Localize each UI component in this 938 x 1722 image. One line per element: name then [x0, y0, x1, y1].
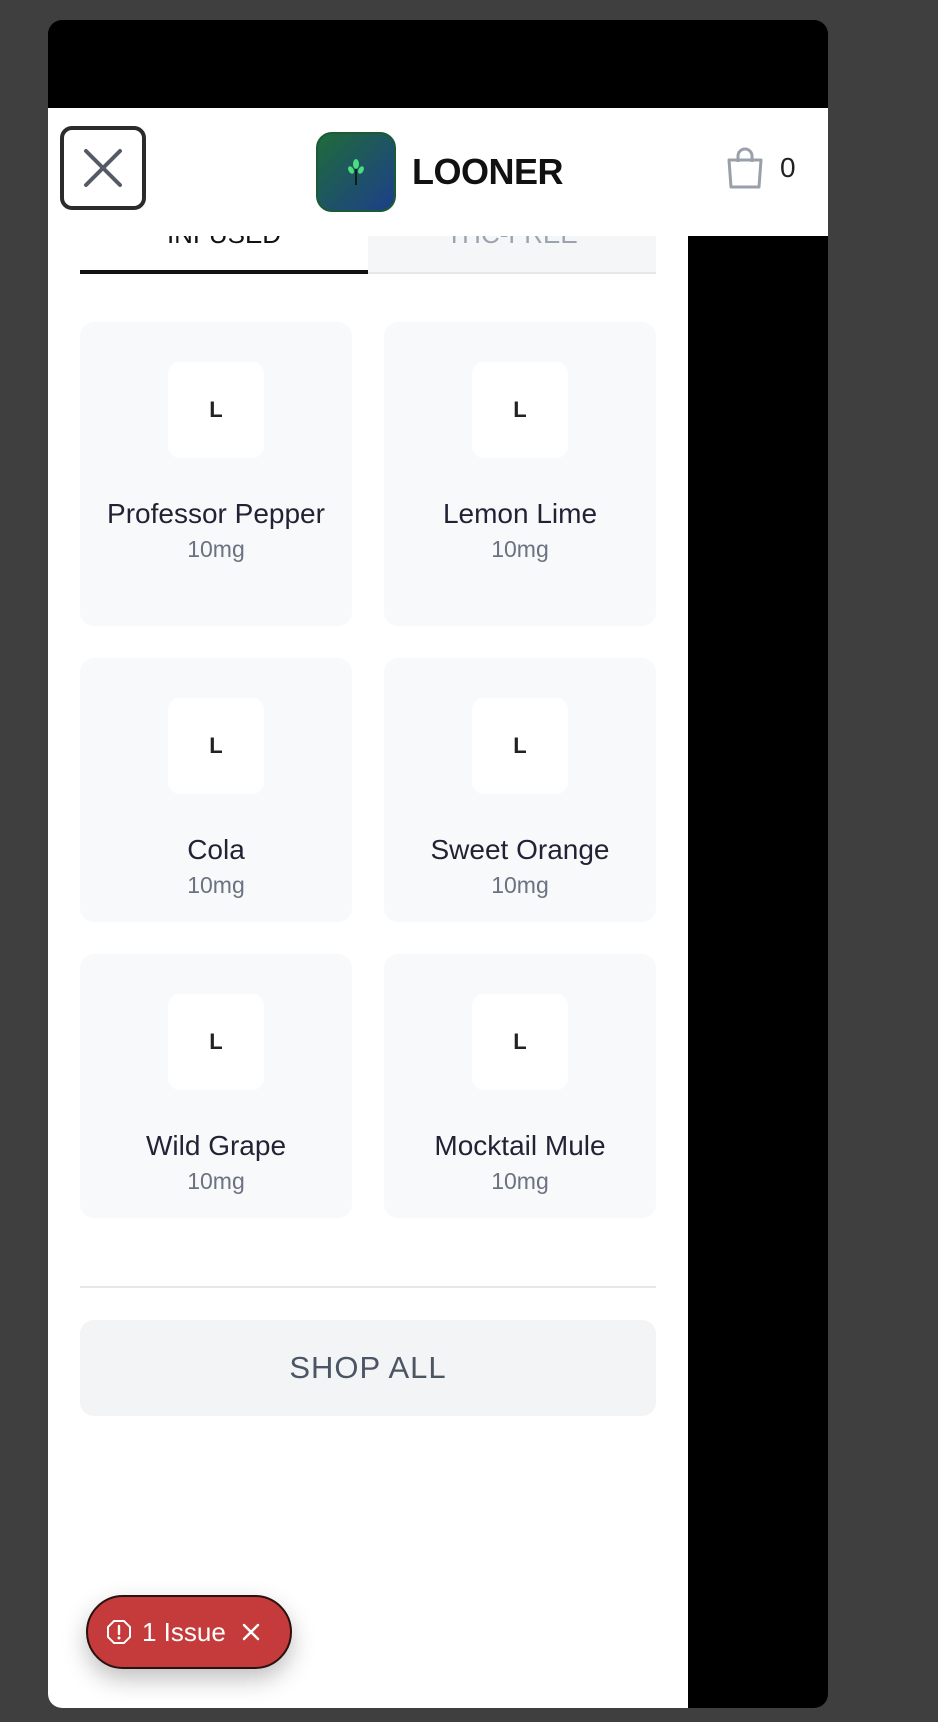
dismiss-icon[interactable] — [240, 1621, 262, 1643]
alert-icon — [107, 1620, 131, 1644]
product-dose: 10mg — [187, 536, 245, 562]
tab-infused[interactable]: INFUSED — [80, 236, 368, 274]
brand-name: LOONER — [412, 151, 564, 192]
product-thumbnail: L — [472, 362, 568, 458]
cart-button[interactable]: 0 — [724, 146, 796, 190]
product-dose: 10mg — [491, 1168, 549, 1194]
shop-all-button[interactable]: SHOP ALL — [80, 1320, 656, 1416]
product-dose: 10mg — [187, 872, 245, 898]
product-thumbnail: L — [168, 994, 264, 1090]
product-name: Cola — [187, 834, 245, 865]
tab-bar: INFUSED THC-FREE — [80, 236, 656, 274]
section-divider — [80, 1286, 656, 1288]
product-card[interactable]: L Mocktail Mule 10mg — [384, 954, 656, 1218]
product-thumbnail: L — [168, 362, 264, 458]
product-name: Mocktail Mule — [434, 1130, 606, 1161]
product-name: Sweet Orange — [430, 834, 610, 865]
product-name: Lemon Lime — [442, 498, 598, 529]
tab-infused-label: INFUSED — [167, 236, 281, 249]
product-thumbnail: L — [168, 698, 264, 794]
tab-thc-free-label: THC-FREE — [446, 236, 577, 249]
brand[interactable]: LOONER — [316, 132, 564, 212]
leaf-icon — [348, 159, 364, 185]
shopping-bag-icon — [727, 147, 763, 189]
cart-count: 0 — [780, 152, 796, 183]
product-card[interactable]: L Professor Pepper 10mg — [80, 322, 352, 626]
product-menu-panel: INFUSED THC-FREE L Professor Pepper 10mg… — [48, 236, 688, 1708]
brand-logo — [316, 132, 396, 212]
tab-thc-free[interactable]: THC-FREE — [368, 236, 656, 274]
product-thumbnail: L — [472, 994, 568, 1090]
issue-badge[interactable]: 1 Issue — [86, 1595, 292, 1669]
product-name: Wild Grape — [145, 1130, 287, 1161]
close-button[interactable] — [60, 126, 146, 210]
issue-label: 1 Issue — [142, 1616, 226, 1647]
product-thumbnail: L — [472, 698, 568, 794]
product-name: Professor Pepper — [107, 498, 325, 529]
header: LOONER 0 — [48, 108, 828, 236]
product-card[interactable]: L Lemon Lime 10mg — [384, 322, 656, 626]
product-dose: 10mg — [491, 872, 549, 898]
device-frame: LOONER 0 INFUSED THC-FREE L Professor Pe… — [48, 20, 828, 1708]
close-icon — [84, 149, 122, 187]
product-card[interactable]: L Sweet Orange 10mg — [384, 658, 656, 922]
product-dose: 10mg — [491, 536, 549, 562]
product-card[interactable]: L Cola 10mg — [80, 658, 352, 922]
product-card[interactable]: L Wild Grape 10mg — [80, 954, 352, 1218]
product-dose: 10mg — [187, 1168, 245, 1194]
